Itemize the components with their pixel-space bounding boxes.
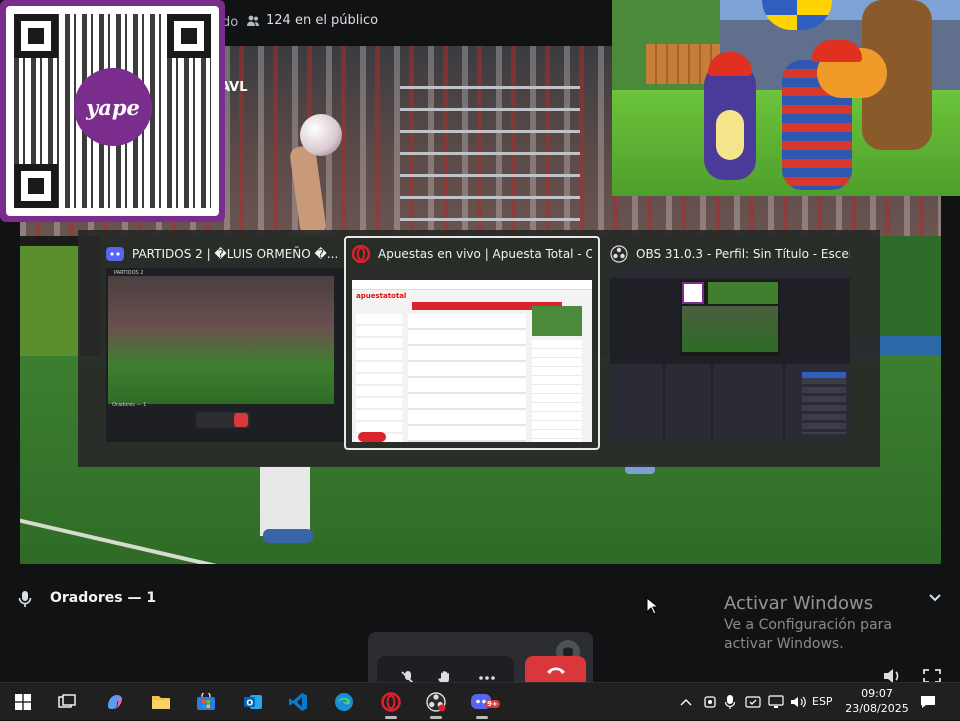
thumb-odds-list <box>408 314 526 442</box>
window-title: PARTIDOS 2 | �LUIS ORMEÑO �... <box>132 247 339 261</box>
thumb-bet-slip <box>532 340 582 442</box>
thumb-video <box>108 276 334 404</box>
chevron-up-icon[interactable] <box>676 683 696 721</box>
vscode-icon[interactable] <box>278 685 318 719</box>
switcher-window-obs[interactable]: OBS 31.0.3 - Perfil: Sin Título - Escena… <box>602 236 858 450</box>
thumb-address-bar <box>352 280 592 290</box>
edge-icon[interactable] <box>324 685 364 719</box>
start-icon[interactable] <box>3 685 43 719</box>
fullscreen-icon[interactable] <box>922 668 942 682</box>
alt-tab-switcher: PARTIDOS 2 | �LUIS ORMEÑO �... PARTIDOS … <box>78 230 880 467</box>
thumb-tabs <box>352 268 592 280</box>
network-icon[interactable] <box>766 683 786 721</box>
cartoon-penguin-belly <box>716 110 744 160</box>
outlook-icon[interactable]: O <box>233 685 273 719</box>
thumb-hangup <box>234 413 248 427</box>
qr-code: yape <box>6 6 219 216</box>
file-explorer-icon[interactable] <box>141 685 181 719</box>
thumb-sidebar <box>356 314 402 442</box>
player-shorts <box>260 466 310 536</box>
svg-text:O: O <box>246 698 253 707</box>
discord-icon[interactable]: 9+ <box>462 685 502 719</box>
switcher-window-discord[interactable]: PARTIDOS 2 | �LUIS ORMEÑO �... PARTIDOS … <box>98 236 354 450</box>
window-thumbnail: apuestatotal <box>352 268 592 442</box>
task-view-icon[interactable] <box>47 685 87 719</box>
raise-hand-icon[interactable] <box>431 664 459 682</box>
obs-icon <box>610 245 628 263</box>
audience-icon <box>247 15 259 26</box>
leave-call-button[interactable] <box>525 656 586 682</box>
thumb-preview-qr <box>682 282 704 304</box>
thumb-preview-overlay <box>708 282 778 304</box>
call-controls <box>368 632 593 682</box>
language-indicator[interactable]: ESP <box>812 695 833 708</box>
window-thumbnail <box>610 268 850 442</box>
thumb-preview-video <box>682 306 778 352</box>
obs-icon[interactable] <box>416 685 456 719</box>
microsoft-store-icon[interactable] <box>186 685 226 719</box>
activate-windows-title: Activar Windows <box>724 593 874 614</box>
audience-count: 124 en el público <box>246 13 378 28</box>
speaker-tray-icon[interactable] <box>788 683 808 721</box>
clock-date: 23/08/2025 <box>845 702 909 715</box>
microphone-icon <box>18 591 32 607</box>
switcher-window-opera[interactable]: Apuestas en vivo | Apuesta Total - O... … <box>344 236 600 450</box>
player-boot <box>263 529 313 543</box>
yape-logo: yape <box>86 94 140 120</box>
thumb-red-button <box>358 432 386 442</box>
speakers-label: Oradores — 1 <box>50 590 157 606</box>
window-title-bar: PARTIDOS 2 | �LUIS ORMEÑO �... <box>106 242 346 266</box>
thumb-site-logo: apuestatotal <box>356 292 407 300</box>
discord-notification-badge: 9+ <box>485 700 500 708</box>
thumb-speakers: Oradores — 1 <box>112 402 147 408</box>
chevron-down-icon[interactable] <box>928 593 942 603</box>
thumb-menu-bar <box>610 268 850 278</box>
discord-stage-window: do 124 en el público AVL yape PARTIDOS 2… <box>0 0 960 682</box>
cartoon-overlay <box>612 0 960 196</box>
yape-logo-badge: yape <box>74 68 152 146</box>
stadium-railing <box>400 86 580 236</box>
window-title-bar: Apuestas en vivo | Apuesta Total - O... <box>352 242 592 266</box>
security-tray-icon[interactable] <box>742 683 764 721</box>
microphone-tray-icon[interactable] <box>720 683 740 721</box>
notification-center-icon[interactable] <box>914 689 942 715</box>
thumb-controls <box>802 378 846 434</box>
advertising-board-green <box>20 246 80 356</box>
opera-icon <box>352 245 370 263</box>
qr-finder-pattern <box>14 14 58 58</box>
football <box>300 114 342 156</box>
qr-finder-pattern <box>14 164 58 208</box>
activate-windows-subtitle: Ve a Configuración para activar Windows. <box>724 617 892 652</box>
windows-taskbar: O 9+ ESP 09:07 23/08/2025 <box>0 682 960 720</box>
window-title: Apuestas en vivo | Apuesta Total - O... <box>378 247 592 261</box>
hardware-tray-icon[interactable] <box>700 683 720 721</box>
more-options-icon[interactable] <box>473 664 501 682</box>
volume-icon[interactable] <box>882 668 902 682</box>
taskbar-clock[interactable]: 09:07 23/08/2025 <box>845 686 909 716</box>
audience-label: 124 en el público <box>266 13 379 28</box>
mouse-cursor-icon <box>646 597 658 615</box>
window-title: OBS 31.0.3 - Perfil: Sin Título - Escena… <box>636 247 850 261</box>
call-actions-group <box>377 656 514 682</box>
window-title-bar: OBS 31.0.3 - Perfil: Sin Título - Escena… <box>610 242 850 266</box>
hang-up-icon <box>547 667 565 674</box>
mute-mic-icon[interactable] <box>394 664 422 682</box>
qr-finder-pattern <box>167 14 211 58</box>
discord-icon <box>106 245 124 263</box>
cartoon-moose-hat <box>812 40 862 62</box>
qr-code-overlay: yape <box>0 0 225 222</box>
copilot-icon[interactable] <box>95 685 135 719</box>
thumb-live-pitch <box>532 306 582 336</box>
clock-time: 09:07 <box>861 687 893 700</box>
opera-icon[interactable] <box>371 685 411 719</box>
window-thumbnail: PARTIDOS 2 Oradores — 1 <box>106 268 346 442</box>
